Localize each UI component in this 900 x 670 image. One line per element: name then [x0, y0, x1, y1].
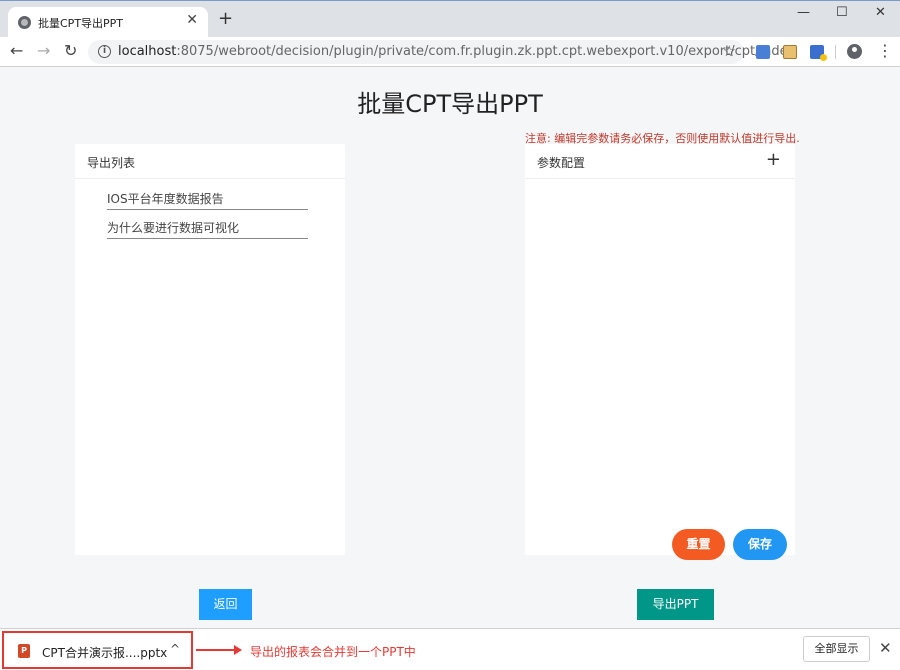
show-all-downloads-button[interactable]: 全部显示 [803, 636, 870, 662]
minimize-button[interactable]: — [797, 5, 810, 20]
back-arrow-icon[interactable]: ← [10, 42, 23, 60]
globe-icon [18, 16, 31, 29]
browser-tab[interactable]: 批量CPT导出PPT ✕ [8, 7, 208, 38]
close-download-bar-icon[interactable]: ✕ [879, 639, 892, 657]
params-config-panel: 参数配置 + [525, 144, 795, 555]
window-close-button[interactable]: ✕ [875, 5, 886, 20]
new-tab-button[interactable]: + [218, 10, 233, 28]
annotation-text: 导出的报表会合并到一个PPT中 [250, 645, 416, 659]
browser-tabstrip: 批量CPT导出PPT ✕ + — ☐ ✕ [0, 0, 900, 38]
tab-title: 批量CPT导出PPT [38, 17, 124, 30]
notes-extension-icon[interactable] [783, 45, 797, 59]
reload-icon[interactable]: ↻ [64, 42, 77, 60]
params-config-header: 参数配置 + [525, 144, 795, 179]
params-config-title: 参数配置 [537, 156, 586, 170]
browser-menu-icon[interactable]: ⋮ [877, 41, 893, 61]
back-button[interactable]: 返回 [199, 589, 252, 620]
page-title: 批量CPT导出PPT [357, 90, 543, 118]
list-item[interactable]: 为什么要进行数据可视化 [107, 210, 308, 239]
profile-avatar-icon[interactable] [847, 44, 862, 59]
annotation-arrow-line [196, 649, 236, 651]
save-button[interactable]: 保存 [733, 529, 787, 560]
download-item[interactable]: P CPT合并演示报....pptx ^ [2, 631, 193, 669]
export-ppt-button[interactable]: 导出PPT [637, 589, 714, 620]
extension-icon[interactable] [810, 45, 827, 61]
chevron-up-icon[interactable]: ^ [170, 642, 180, 656]
download-file-name: CPT合并演示报....pptx [42, 646, 168, 660]
translate-extension-icon[interactable] [756, 45, 770, 59]
bookmark-star-icon[interactable]: ☆ [723, 42, 736, 60]
download-bar: P CPT合并演示报....pptx ^ [0, 628, 900, 670]
forward-arrow-icon[interactable]: → [37, 42, 50, 60]
list-item[interactable]: IOS平台年度数据报告 [107, 181, 308, 210]
tab-close-icon[interactable]: ✕ [186, 12, 198, 28]
export-list-panel: 导出列表 IOS平台年度数据报告 为什么要进行数据可视化 [75, 144, 345, 555]
address-bar[interactable]: i localhost:8075/webroot/decision/plugin… [88, 40, 795, 64]
annotation-arrow-head [234, 645, 242, 655]
powerpoint-file-icon: P [18, 644, 30, 658]
add-param-button[interactable]: + [766, 150, 781, 170]
info-icon[interactable]: i [98, 45, 111, 58]
reset-button[interactable]: 重置 [672, 529, 725, 560]
browser-toolbar: ← → ↻ i localhost:8075/webroot/decision/… [0, 37, 900, 67]
url-text: localhost:8075/webroot/decision/plugin/p… [118, 44, 796, 59]
maximize-button[interactable]: ☐ [836, 5, 848, 20]
export-list-header: 导出列表 [75, 144, 345, 179]
toolbar-divider [835, 45, 836, 59]
